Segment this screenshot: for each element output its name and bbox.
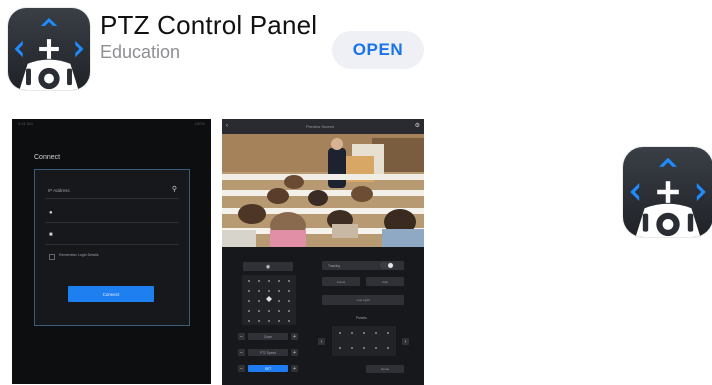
zoom-minus-button[interactable]: −: [238, 333, 245, 340]
connect-heading: Connect: [34, 154, 61, 161]
search-icon[interactable]: ⚲: [172, 185, 177, 193]
camera-button[interactable]: ◉: [243, 262, 293, 271]
settings-icon[interactable]: ⚙: [415, 122, 420, 129]
app-icon[interactable]: [8, 8, 90, 90]
preview-title: Preview Screen: [306, 124, 335, 129]
presets-heading: Presets: [356, 316, 367, 320]
toggle-knob: [388, 263, 393, 268]
set-minus-button[interactable]: −: [238, 365, 245, 372]
preview-topbar: ‹ Preview Screen ⚙: [222, 119, 424, 134]
camera-ptz-icon: [630, 157, 706, 237]
focus-label: Focus: [336, 279, 346, 284]
speed-plus-button[interactable]: +: [291, 349, 298, 356]
presets-grid[interactable]: [332, 326, 396, 356]
zoom-plus-button[interactable]: +: [291, 333, 298, 340]
focus-button[interactable]: Focus: [322, 277, 360, 286]
camera-ptz-icon: [14, 17, 84, 90]
pan-tilt-grid[interactable]: [242, 275, 296, 325]
status-time: 9:41 AM: [18, 121, 33, 126]
app-icon-small: [623, 147, 712, 237]
low-light-label: Low Light: [356, 298, 370, 302]
pan-tilt-dots: [248, 280, 290, 322]
home-label: Home: [380, 367, 389, 371]
speed-minus-button[interactable]: −: [238, 349, 245, 356]
user-icon: ●: [49, 210, 53, 216]
ip-address-label: IP Address: [48, 188, 70, 193]
back-icon[interactable]: ‹: [226, 123, 228, 129]
lock-icon: ■: [49, 232, 53, 238]
connect-button[interactable]: Connect: [68, 286, 154, 302]
set-plus-button[interactable]: +: [291, 365, 298, 372]
screenshot-connect[interactable]: 9:41 AM 100% Connect IP Address ⚲ ● ■ Re…: [12, 119, 211, 384]
tracking-label: Tracking: [328, 263, 341, 268]
auto-button[interactable]: Auto: [366, 277, 404, 286]
presets-prev-button[interactable]: ‹: [318, 338, 325, 345]
password-row[interactable]: ■: [45, 230, 179, 245]
camera-icon: ◉: [265, 263, 271, 270]
auto-label: Auto: [381, 279, 389, 284]
low-light-row[interactable]: Low Light: [322, 295, 404, 305]
zoom-label: Zoom: [263, 334, 273, 339]
lecture-hall-photo: [222, 134, 424, 247]
screenshot-control[interactable]: ‹ Preview Screen ⚙ ◉ − Zoom + − PTZ Spee…: [222, 119, 424, 385]
presets-next-button[interactable]: ›: [402, 338, 409, 345]
zoom-field: Zoom: [248, 333, 288, 340]
tracking-toggle[interactable]: [380, 262, 394, 269]
status-battery: 100%: [194, 121, 205, 126]
home-button[interactable]: Home: [366, 365, 404, 373]
camera-preview-image: [222, 134, 424, 247]
username-row[interactable]: ●: [45, 208, 179, 223]
remember-label: Remember Login Details: [59, 253, 99, 257]
app-title: PTZ Control Panel: [100, 10, 318, 40]
ptz-speed-field: PTZ Speed: [248, 349, 288, 356]
set-button[interactable]: SET: [248, 365, 288, 372]
app-category: Education: [100, 42, 181, 62]
ip-address-row[interactable]: IP Address ⚲: [45, 184, 179, 199]
open-button[interactable]: OPEN: [332, 31, 424, 69]
ptz-speed-label: PTZ Speed: [259, 350, 277, 355]
presets-dots: [339, 332, 389, 349]
connect-card: IP Address ⚲ ● ■ Remember Login Details …: [34, 169, 190, 326]
remember-checkbox[interactable]: [49, 254, 55, 260]
